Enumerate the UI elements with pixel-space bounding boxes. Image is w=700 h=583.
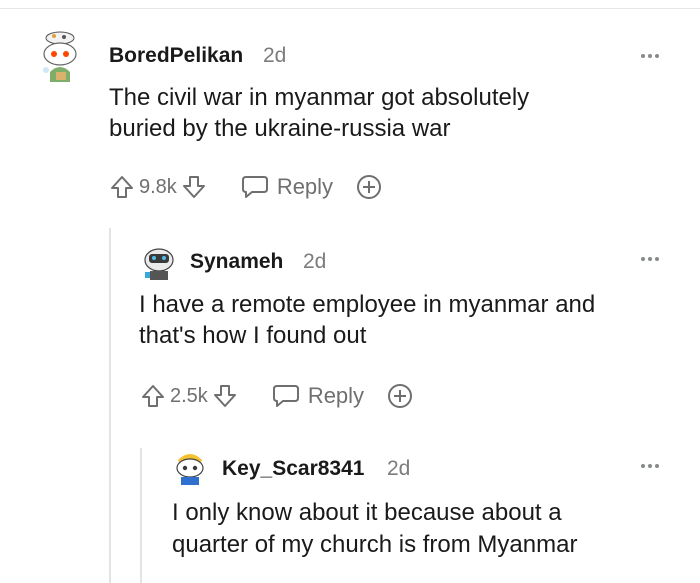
more-options-icon[interactable]	[641, 54, 659, 58]
comment-author[interactable]: Synameh	[190, 250, 283, 274]
comment-age: 2d	[263, 44, 287, 67]
comment-author[interactable]: Key_Scar8341	[222, 457, 364, 481]
vote-count: 2.5k	[170, 384, 208, 407]
top-divider	[0, 8, 700, 9]
upvote-icon[interactable]	[140, 383, 166, 409]
avatar-icon[interactable]	[141, 245, 177, 281]
reply-button[interactable]: Reply	[241, 174, 333, 200]
comment-actions: 9.8k Reply	[109, 173, 383, 201]
chat-bubble-icon	[272, 385, 299, 407]
comment-author[interactable]: BoredPelikan	[109, 44, 243, 68]
reply-label: Reply	[307, 383, 365, 408]
more-options-icon[interactable]	[641, 464, 659, 468]
reply-button[interactable]: Reply	[272, 383, 364, 409]
comment-body-line-1: I only know about it because about a	[172, 499, 562, 526]
downvote-icon[interactable]	[212, 383, 238, 409]
award-icon[interactable]	[355, 173, 383, 201]
avatar-icon[interactable]	[172, 450, 208, 486]
downvote-icon[interactable]	[181, 174, 207, 200]
thread-line[interactable]	[109, 228, 111, 583]
comment-body-line-2: buried by the ukraine-russia war	[109, 115, 451, 142]
comment-age: 2d	[303, 250, 327, 273]
reply-label: Reply	[276, 174, 334, 199]
comment-body-line-2: that's how I found out	[139, 322, 367, 349]
thread-line[interactable]	[140, 448, 142, 583]
comment-body-line-1: I have a remote employee in myanmar and	[139, 291, 596, 318]
comment-actions: 2.5k Reply	[140, 382, 414, 410]
avatar-icon[interactable]	[34, 30, 86, 86]
comment-body-line-1: The civil war in myanmar got absolutely	[109, 84, 530, 111]
vote-count: 9.8k	[139, 175, 177, 198]
award-icon[interactable]	[386, 382, 414, 410]
comment-body-line-2: quarter of my church is from Myanmar	[172, 531, 578, 558]
upvote-icon[interactable]	[109, 174, 135, 200]
chat-bubble-icon	[241, 176, 268, 198]
more-options-icon[interactable]	[641, 257, 659, 261]
comment-age: 2d	[387, 457, 411, 480]
